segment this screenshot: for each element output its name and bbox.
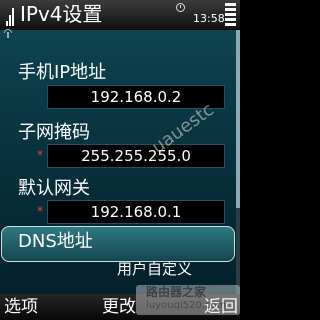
battery-icon	[225, 3, 236, 28]
signal-strength-icon	[6, 4, 15, 26]
antenna-icon	[4, 29, 12, 38]
change-softkey[interactable]: 更改	[102, 297, 136, 317]
clock-icon	[176, 3, 185, 12]
dns-value[interactable]: 用户自定义	[117, 258, 192, 280]
scrollbar-thumb[interactable]	[236, 30, 240, 208]
required-mark: *	[37, 204, 43, 218]
page-title: IPv4设置	[20, 2, 103, 26]
dns-label: DNS地址	[18, 231, 93, 252]
subnet-mask-field[interactable]: 255.255.255.0	[47, 144, 225, 168]
gateway-label: 默认网关	[18, 178, 90, 199]
back-softkey[interactable]: 返回	[204, 297, 238, 317]
required-mark: *	[37, 148, 43, 162]
title-bar: IPv4设置 13:58	[0, 0, 240, 30]
gateway-field[interactable]: 192.168.0.1	[47, 200, 225, 224]
scrollbar[interactable]	[236, 30, 240, 294]
ip-address-label: 手机IP地址	[18, 62, 107, 83]
options-softkey[interactable]: 选项	[4, 297, 38, 317]
ip-address-field[interactable]: 192.168.0.2	[47, 85, 225, 109]
softkey-bar: 选项 更改 返回	[0, 294, 240, 320]
status-time: 13:58	[193, 12, 225, 25]
subnet-mask-label: 子网掩码	[18, 122, 90, 143]
